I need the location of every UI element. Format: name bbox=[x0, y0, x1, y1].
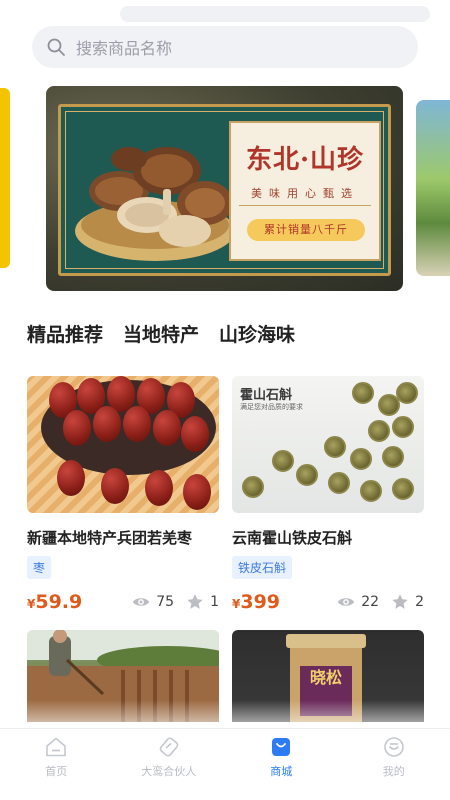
promo-banner[interactable]: 东北·山珍 美味用心甄选 累计销量八千斤 bbox=[46, 86, 403, 291]
dendrobium-coil bbox=[382, 446, 404, 468]
search-bar[interactable]: 搜索商品名称 bbox=[32, 26, 418, 68]
product-meta: ¥59.9 75 1 bbox=[27, 591, 219, 613]
date-fruit bbox=[63, 410, 91, 446]
product-image-dendrobium: 霍山石斛 满足您对品质的要求 bbox=[232, 376, 424, 513]
product-tag[interactable]: 枣 bbox=[27, 556, 52, 579]
date-fruit bbox=[101, 468, 129, 504]
dendrobium-coil bbox=[272, 450, 294, 472]
jar-lid bbox=[286, 634, 366, 648]
previous-header-ghost bbox=[120, 6, 430, 22]
image-sub-text: 满足您对品质的要求 bbox=[240, 403, 303, 411]
carousel-next-slide[interactable] bbox=[416, 100, 450, 276]
date-fruit bbox=[93, 406, 121, 442]
tabbar-shop-label: 商城 bbox=[270, 765, 293, 778]
carousel-prev-slide[interactable] bbox=[0, 88, 10, 268]
product-meta: ¥399 22 2 bbox=[232, 591, 424, 613]
tab-featured[interactable]: 精品推荐 bbox=[27, 320, 104, 353]
product-price: ¥399 bbox=[232, 591, 280, 613]
product-card[interactable]: 霍山石斛 满足您对品质的要求 云南霍山铁皮石斛 铁皮石斛 ¥399 22 2 bbox=[232, 376, 424, 613]
product-name: 云南霍山铁皮石斛 bbox=[232, 529, 353, 547]
tabbar-home-label: 首页 bbox=[45, 765, 68, 778]
dendrobium-coil bbox=[392, 416, 414, 438]
product-price: ¥59.9 bbox=[27, 591, 82, 613]
product-tag[interactable]: 铁皮石斛 bbox=[232, 556, 293, 579]
product-stats: 22 2 bbox=[337, 593, 424, 611]
banner-sales-pill: 累计销量八千斤 bbox=[247, 219, 365, 241]
star-count: 2 bbox=[415, 594, 424, 610]
tab-delicacies[interactable]: 山珍海味 bbox=[219, 320, 295, 351]
view-count: 22 bbox=[361, 594, 380, 610]
date-fruit bbox=[57, 460, 85, 496]
dendrobium-coil bbox=[392, 478, 414, 500]
search-icon bbox=[47, 38, 65, 56]
product-stats: 75 1 bbox=[132, 593, 219, 611]
home-icon bbox=[46, 737, 67, 757]
category-tabs: 精品推荐 当地特产 山珍海味 bbox=[27, 320, 295, 353]
banner-subtitle: 美味用心甄选 bbox=[251, 187, 359, 200]
profile-icon bbox=[383, 737, 404, 757]
partner-icon bbox=[159, 737, 179, 757]
tabbar-home[interactable]: 首页 bbox=[0, 729, 113, 800]
date-fruit bbox=[123, 406, 151, 442]
search-placeholder: 搜索商品名称 bbox=[76, 39, 173, 58]
dendrobium-coil bbox=[360, 480, 382, 502]
eye-icon bbox=[338, 598, 355, 606]
product-name: 新疆本地特产兵团若羌枣 bbox=[27, 529, 193, 547]
banner-divider bbox=[239, 205, 371, 206]
dendrobium-coil bbox=[368, 420, 390, 442]
tab-local-specialty[interactable]: 当地特产 bbox=[123, 320, 199, 351]
eye-icon bbox=[133, 598, 150, 606]
banner-frame: 东北·山珍 美味用心甄选 累计销量八千斤 bbox=[58, 104, 391, 276]
dendrobium-coil bbox=[242, 476, 264, 498]
view-count: 75 bbox=[156, 594, 175, 610]
star-icon[interactable] bbox=[391, 593, 409, 611]
bottom-tab-bar: 首页 大鸾合伙人 商城 我的 bbox=[0, 728, 450, 800]
star-icon[interactable] bbox=[186, 593, 204, 611]
product-image-dates bbox=[27, 376, 219, 513]
tabbar-partner-label: 大鸾合伙人 bbox=[141, 765, 197, 778]
dendrobium-coil bbox=[350, 448, 372, 470]
date-fruit bbox=[145, 470, 173, 506]
banner-title: 东北·山珍 bbox=[245, 145, 365, 175]
price-value: 399 bbox=[240, 591, 281, 613]
date-fruit bbox=[153, 410, 181, 446]
date-fruit bbox=[183, 474, 211, 510]
dendrobium-coil bbox=[324, 436, 346, 458]
dendrobium-coil bbox=[328, 472, 350, 494]
shop-icon bbox=[272, 738, 291, 756]
dendrobium-coil bbox=[352, 382, 374, 404]
dendrobium-coil bbox=[296, 464, 318, 486]
tabbar-profile[interactable]: 我的 bbox=[338, 729, 450, 800]
date-fruit bbox=[181, 416, 209, 452]
image-brand-text: 霍山石斛 bbox=[240, 388, 293, 403]
tabbar-shop[interactable]: 商城 bbox=[225, 729, 338, 800]
tabbar-profile-label: 我的 bbox=[382, 765, 405, 778]
banner-text-panel: 东北·山珍 美味用心甄选 累计销量八千斤 bbox=[229, 121, 381, 261]
star-count: 1 bbox=[210, 594, 219, 610]
product-card[interactable]: 新疆本地特产兵团若羌枣 枣 ¥59.9 75 1 bbox=[27, 376, 219, 613]
price-value: 59.9 bbox=[35, 591, 83, 613]
tabbar-partner[interactable]: 大鸾合伙人 bbox=[113, 729, 226, 800]
dendrobium-coil bbox=[396, 382, 418, 404]
mushroom-basket-image bbox=[75, 147, 235, 261]
